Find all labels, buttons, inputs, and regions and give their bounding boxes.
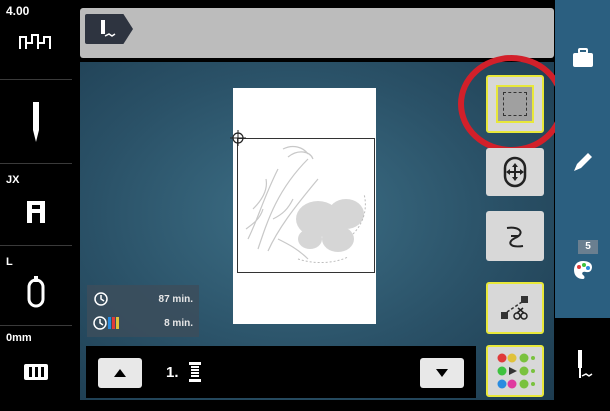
- presser-foot-cell[interactable]: JX: [0, 164, 72, 246]
- needle-icon: [0, 100, 72, 144]
- left-sidebar: 4.00 JX L 0mm: [0, 0, 72, 411]
- total-time-value: 87 min.: [158, 293, 193, 305]
- crosshair-icon: [230, 130, 246, 146]
- embroidery-design: [245, 145, 366, 263]
- stitch-tab[interactable]: [85, 14, 133, 44]
- color-resequence-button[interactable]: [486, 345, 544, 397]
- hoop-icon: [0, 272, 72, 314]
- color-index: 1.: [166, 364, 179, 381]
- previous-color-button[interactable]: [98, 358, 142, 388]
- feed-dog-cell[interactable]: 0mm: [0, 326, 72, 411]
- move-icon: [503, 156, 527, 188]
- color-clock-icon: [93, 316, 119, 330]
- palette-button[interactable]: [555, 252, 610, 288]
- stitch-length-cell[interactable]: 4.00: [0, 0, 72, 80]
- stitch-tab-icon: [101, 20, 116, 37]
- presser-foot-icon: [0, 192, 72, 232]
- folder-button[interactable]: [555, 38, 610, 78]
- highlight-callout: [458, 55, 565, 153]
- hoop-cell[interactable]: L: [0, 246, 72, 326]
- thread-spool-icon: [189, 362, 201, 382]
- bottom-bar: 1.: [86, 346, 476, 398]
- cut-jump-icon: [501, 296, 528, 320]
- stitch-length-value: 4.00: [6, 4, 30, 18]
- clock-icon: [94, 292, 108, 306]
- total-time-row: 87 min.: [93, 289, 197, 309]
- edit-button[interactable]: [555, 140, 610, 184]
- folder-icon: [572, 48, 593, 67]
- stitch-length-icon: [0, 22, 72, 62]
- presser-foot-label: JX: [6, 174, 20, 186]
- edit-stitch-icon: [555, 318, 610, 411]
- arrow-up-icon: [114, 369, 126, 377]
- palette-count-badge: 5: [578, 240, 598, 254]
- top-panel: [80, 8, 554, 58]
- cut-jump-button[interactable]: [486, 282, 544, 334]
- feed-dog-icon: [0, 352, 72, 392]
- pencil-icon: [573, 153, 592, 171]
- palette-icon: [573, 261, 592, 279]
- stitch-edit-cell[interactable]: [555, 318, 610, 411]
- move-button[interactable]: [486, 148, 544, 196]
- design-frame[interactable]: [237, 138, 375, 273]
- color-time-row: 8 min.: [93, 313, 197, 333]
- color-time-value: 8 min.: [164, 317, 193, 329]
- color-resequence-icon: [497, 353, 535, 389]
- needle-cell[interactable]: [0, 80, 72, 164]
- hoop-label: L: [6, 256, 13, 268]
- arrow-down-icon: [436, 369, 448, 377]
- stitch-path-button[interactable]: [486, 211, 544, 261]
- next-color-button[interactable]: [420, 358, 464, 388]
- time-panel: 87 min. 8 min.: [87, 285, 199, 337]
- offset-label: 0mm: [6, 332, 32, 344]
- stitch-path-icon: [506, 226, 524, 248]
